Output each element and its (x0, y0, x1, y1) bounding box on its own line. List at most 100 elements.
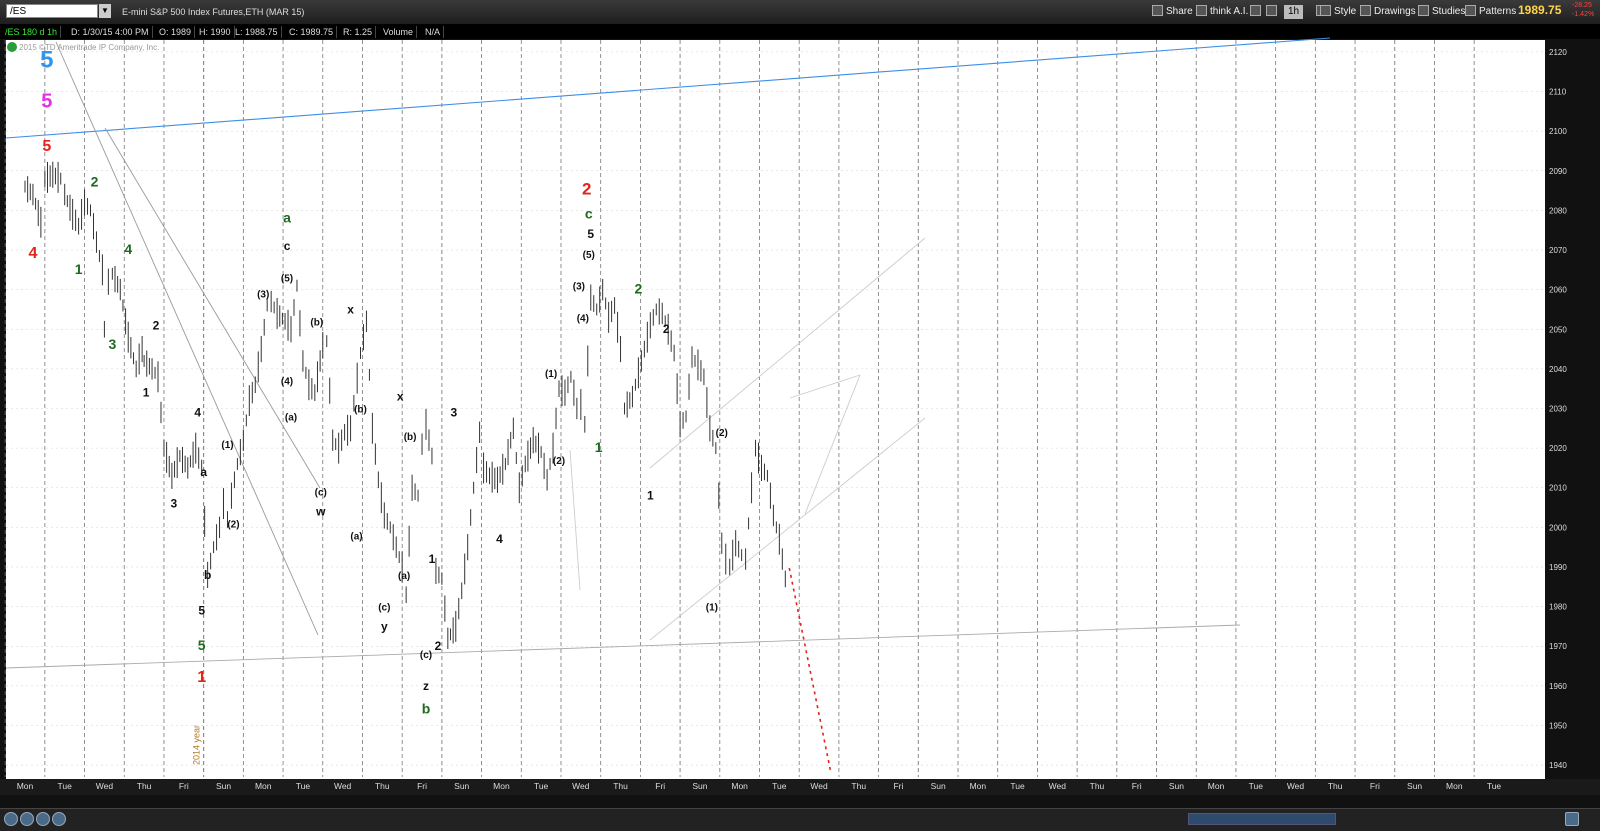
wave-label: (3) (573, 282, 585, 293)
wave-label: 4 (124, 241, 132, 257)
x-tick-label: Wed (96, 781, 114, 791)
x-tick-label: Thu (375, 781, 390, 791)
x-tick-label: Sun (692, 781, 707, 791)
wave-label: x (397, 390, 404, 404)
wave-label: 1 (75, 261, 83, 277)
cursor-icon[interactable] (52, 812, 66, 826)
wave-label: 5 (41, 90, 52, 112)
x-tick-label: Sun (216, 781, 231, 791)
x-tick-label: Tue (58, 781, 73, 791)
wave-label: 2 (582, 180, 591, 199)
wave-label: (4) (281, 377, 293, 388)
wave-label: 3 (171, 497, 178, 511)
wave-label: 1 (143, 386, 150, 400)
y-tick-label: 2000 (1549, 523, 1567, 532)
x-tick-label: Mon (493, 781, 510, 791)
bottom-bar (0, 808, 1600, 831)
x-axis-band (0, 779, 1600, 795)
x-tick-label: Mon (17, 781, 34, 791)
wave-label: (4) (577, 313, 589, 324)
wave-label: x (347, 302, 354, 316)
wave-label: 1 (197, 669, 206, 686)
x-tick-label: Mon (1446, 781, 1463, 791)
x-tick-label: Mon (731, 781, 748, 791)
wave-label: 5 (42, 138, 51, 155)
y-tick-label: 2100 (1549, 127, 1567, 136)
y-tick-label: 2070 (1549, 246, 1567, 255)
x-tick-label: Thu (137, 781, 152, 791)
wave-label: (a) (350, 531, 362, 542)
wave-label: 2 (663, 322, 670, 336)
wave-label: (b) (310, 317, 323, 328)
y-tick-label: 2060 (1549, 286, 1567, 295)
x-tick-label: Mon (255, 781, 272, 791)
wave-label: 1 (647, 489, 654, 503)
price-chart[interactable]: 2120 2110 2100 2090 2080 2070 2060 2050 2040 2030… (0, 0, 1600, 808)
reset-zoom-icon[interactable] (36, 812, 50, 826)
y-tick-label: 1990 (1549, 563, 1567, 572)
y-tick-label: 2020 (1549, 444, 1567, 453)
x-tick-label: Tue (772, 781, 787, 791)
wave-label: 5 (587, 227, 594, 241)
x-tick-label: Mon (970, 781, 987, 791)
copyright-text: 2015 ©TD Ameritrade IP Company, Inc. (19, 43, 159, 52)
y-tick-label: 2080 (1549, 206, 1567, 215)
plot-area (6, 40, 1545, 795)
wave-label: (c) (420, 650, 432, 661)
wave-label: a (200, 465, 207, 479)
y-tick-label: 2090 (1549, 167, 1567, 176)
zoom-in-icon[interactable] (4, 812, 18, 826)
wave-label: w (315, 504, 326, 518)
y-tick-label: 2040 (1549, 365, 1567, 374)
time-scrollbar[interactable] (1188, 813, 1336, 825)
x-tick-label: Sun (454, 781, 469, 791)
wave-label: 3 (450, 405, 457, 419)
wave-label: 2 (153, 318, 160, 332)
wave-label: (b) (404, 432, 417, 443)
wave-label: (2) (553, 456, 565, 467)
wave-label: 4 (28, 245, 37, 262)
wave-label: 1 (595, 439, 603, 455)
x-tick-label: Fri (417, 781, 427, 791)
x-tick-label: Fri (179, 781, 189, 791)
x-tick-label: Tue (534, 781, 549, 791)
x-tick-label: Tue (1249, 781, 1264, 791)
wave-label: (c) (378, 603, 390, 614)
x-tick-label: Wed (1049, 781, 1067, 791)
wave-label: (b) (354, 404, 367, 415)
expand-icon[interactable] (1565, 812, 1579, 826)
wave-label: 5 (198, 604, 205, 618)
x-tick-label: Tue (1010, 781, 1025, 791)
x-tick-label: Wed (572, 781, 590, 791)
y-tick-label: 2010 (1549, 484, 1567, 493)
y-tick-label: 1940 (1549, 761, 1567, 770)
x-tick-label: Tue (296, 781, 311, 791)
x-tick-label: Fri (655, 781, 665, 791)
zoom-out-icon[interactable] (20, 812, 34, 826)
wave-label: 4 (496, 532, 503, 546)
wave-label: c (585, 205, 593, 221)
x-tick-label: Mon (1208, 781, 1225, 791)
wave-label: 1 (429, 552, 436, 566)
y-tick-label: 1970 (1549, 642, 1567, 651)
y-tick-label: 2030 (1549, 405, 1567, 414)
x-tick-label: Fri (893, 781, 903, 791)
wave-label: 2 (635, 281, 643, 297)
wave-label: 2 (91, 174, 99, 190)
wave-label: (5) (281, 274, 293, 285)
wave-label: 5 (198, 637, 206, 653)
x-tick-label: Thu (613, 781, 628, 791)
wave-label: 3 (108, 336, 116, 352)
x-tick-label: Wed (810, 781, 828, 791)
x-tick-label: Thu (851, 781, 866, 791)
wave-label: z (423, 679, 429, 693)
y-tick-label: 1980 (1549, 603, 1567, 612)
x-tick-label: Wed (1287, 781, 1305, 791)
wave-label: (c) (315, 488, 327, 499)
wave-label: (a) (285, 412, 297, 423)
x-tick-label: Thu (1328, 781, 1343, 791)
wave-label: b (422, 701, 431, 717)
x-tick-label: Sun (931, 781, 946, 791)
wave-label: (1) (221, 440, 233, 451)
wave-label: (a) (398, 571, 410, 582)
